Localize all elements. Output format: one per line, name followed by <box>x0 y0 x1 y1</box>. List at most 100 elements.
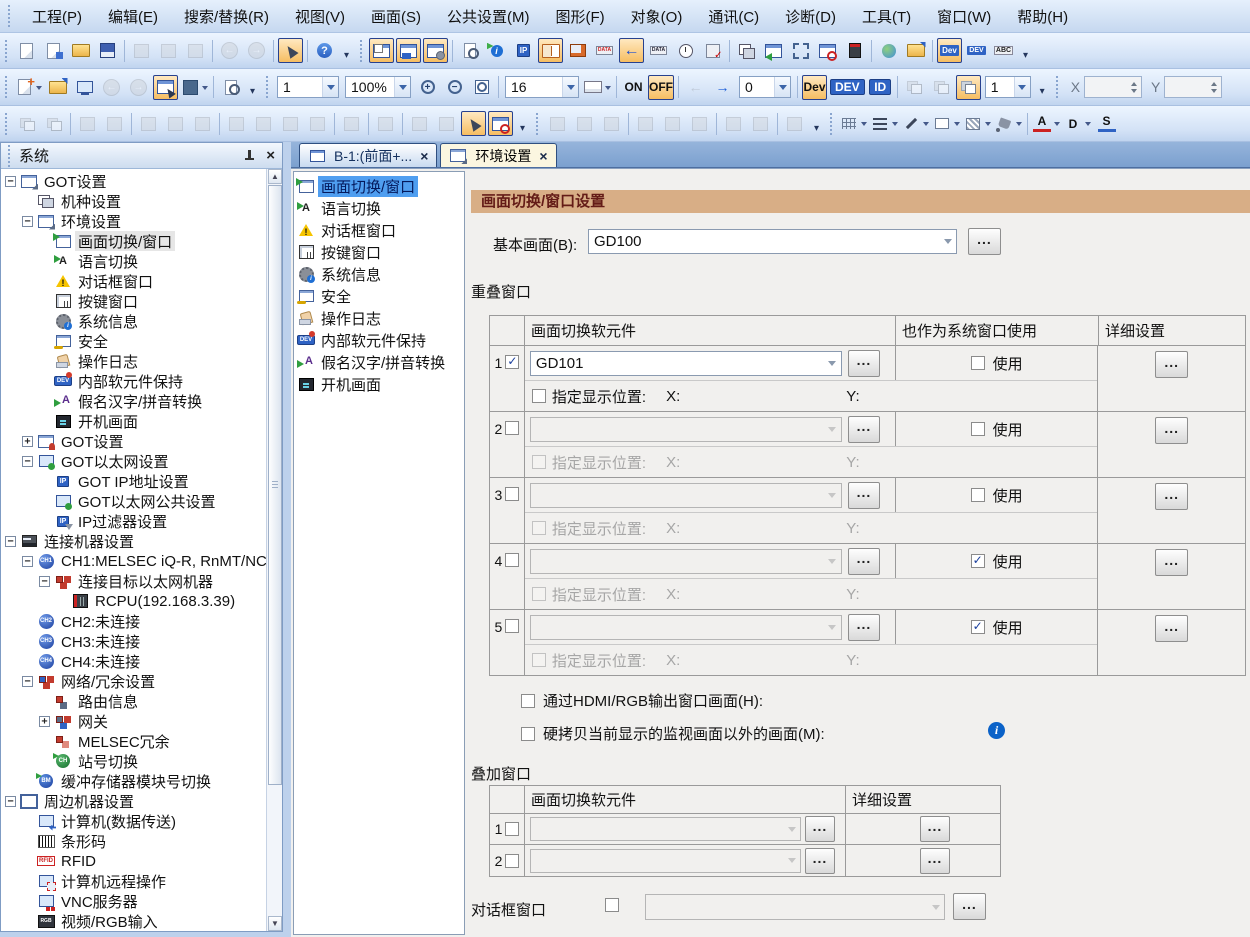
menu-item[interactable]: 通讯(C) <box>695 1 772 32</box>
switching-device-combo[interactable] <box>530 417 842 442</box>
menu-item[interactable]: 工具(T) <box>849 1 924 32</box>
paste-button[interactable] <box>183 38 208 63</box>
text-list-button[interactable] <box>991 38 1016 63</box>
tab-environment-settings[interactable]: 环境设置 × <box>440 143 556 167</box>
align-lengthways-button[interactable] <box>748 111 773 136</box>
paste-to-same-position-button[interactable] <box>190 111 215 136</box>
bring-to-front-button[interactable] <box>14 111 39 136</box>
display-position-checkbox[interactable] <box>532 587 546 601</box>
device-browse-button[interactable]: ... <box>805 816 835 842</box>
display-position-checkbox[interactable] <box>532 653 546 667</box>
zoom-fit-button[interactable] <box>469 75 494 100</box>
chevron-down-icon[interactable] <box>774 77 790 97</box>
window-enable-checkbox[interactable] <box>505 355 519 369</box>
tree-item[interactable]: RFID <box>1 851 266 871</box>
chevron-down-icon[interactable] <box>562 77 578 97</box>
template-area-button[interactable] <box>788 38 813 63</box>
tree-item[interactable]: 按键窗口 <box>1 291 266 311</box>
align-center-vertical-button[interactable] <box>660 111 685 136</box>
tree-item[interactable]: 视频/RGB输入 <box>1 911 266 931</box>
consecutive-copy-button[interactable] <box>136 111 161 136</box>
tree-item[interactable]: GOT以太网公共设置 <box>1 491 266 511</box>
tree-item[interactable]: GOT IP地址设置 <box>1 471 266 491</box>
help-button[interactable] <box>312 38 337 63</box>
tree-item[interactable]: IP过滤器设置 <box>1 511 266 531</box>
data-check-list-button[interactable] <box>646 38 671 63</box>
expand-toggle-icon[interactable]: − <box>22 456 33 467</box>
dialog-window-combo[interactable] <box>645 894 945 920</box>
chevron-down-icon[interactable] <box>939 230 956 253</box>
switching-device-combo[interactable] <box>530 615 842 640</box>
rotate-right-button[interactable] <box>251 111 276 136</box>
detail-setting-button[interactable]: ... <box>920 848 950 874</box>
display-position-checkbox[interactable] <box>532 455 546 469</box>
window-enable-checkbox[interactable] <box>505 553 519 567</box>
tree-item[interactable]: −连接目标以太网机器 <box>1 571 266 591</box>
tree-item[interactable]: −GOT以太网设置 <box>1 451 266 471</box>
tree-item[interactable]: VNC服务器 <box>1 891 266 911</box>
chevron-down-icon[interactable] <box>1014 77 1030 97</box>
paste-to-coordinate-button[interactable] <box>163 111 188 136</box>
tree-item[interactable]: −连接机器设置 <box>1 531 266 551</box>
layer-all-button[interactable] <box>956 75 981 100</box>
chevron-down-icon[interactable] <box>322 77 338 97</box>
tree-item[interactable]: 画面切换/窗口 <box>1 231 266 251</box>
tree-item[interactable]: 计算机(数据传送) <box>1 811 266 831</box>
screen-image-button[interactable] <box>72 75 97 100</box>
tree-scrollbar[interactable]: ▲ ▼ <box>266 169 282 931</box>
data-list-button[interactable] <box>592 38 617 63</box>
use-as-system-window-checkbox[interactable] <box>971 422 985 436</box>
spinner-y-position[interactable] <box>1164 76 1222 98</box>
new-project-wizard-button[interactable] <box>41 38 66 63</box>
combo-grid-combo[interactable]: 16 <box>505 76 579 98</box>
tree-item[interactable]: CH2:未连接 <box>1 611 266 631</box>
object-setting-button[interactable] <box>373 111 398 136</box>
tree-item[interactable]: 内部软元件保持 <box>1 371 266 391</box>
align-custom-button[interactable] <box>782 111 807 136</box>
align-right-button[interactable] <box>599 111 624 136</box>
menu-item[interactable]: 搜索/替换(R) <box>171 1 282 32</box>
scroll-up-icon[interactable]: ▲ <box>268 169 282 184</box>
data-verify-button[interactable] <box>700 38 725 63</box>
expand-toggle-icon[interactable]: + <box>39 716 50 727</box>
screen-property-button[interactable] <box>423 38 448 63</box>
expand-toggle-icon[interactable]: − <box>22 676 33 687</box>
document-search-button[interactable] <box>457 38 482 63</box>
tree-item[interactable]: 安全 <box>1 331 266 351</box>
nav-item[interactable]: 对话框窗口 <box>294 219 464 241</box>
line-style-button[interactable] <box>870 111 899 136</box>
scrollbar-thumb[interactable] <box>268 185 282 785</box>
expand-toggle-icon[interactable]: − <box>22 556 33 567</box>
project-import-button[interactable] <box>903 38 928 63</box>
send-to-back-button[interactable] <box>41 111 66 136</box>
window-enable-checkbox[interactable] <box>505 487 519 501</box>
device-list-button[interactable] <box>964 38 989 63</box>
align-bottom-button[interactable] <box>687 111 712 136</box>
switching-device-combo[interactable] <box>530 849 801 873</box>
tree-item[interactable]: MELSEC冗余 <box>1 731 266 751</box>
switching-device-combo[interactable] <box>530 549 842 574</box>
tree-item[interactable]: 开机画面 <box>1 411 266 431</box>
tree-item[interactable]: 条形码 <box>1 831 266 851</box>
save-project-button[interactable] <box>95 38 120 63</box>
screen-editor-button[interactable] <box>153 75 178 100</box>
tree-item[interactable]: 站号切换 <box>1 751 266 771</box>
toolbar-overflow-icon[interactable]: ▾ <box>810 111 823 137</box>
layer-back-button[interactable] <box>902 75 927 100</box>
shape-fill-color-button[interactable] <box>994 111 1023 136</box>
pin-icon[interactable] <box>244 149 256 163</box>
window-preview-button[interactable] <box>734 38 759 63</box>
toolbar-overflow-icon[interactable]: ▾ <box>1019 38 1032 64</box>
nav-item[interactable]: 按键窗口 <box>294 241 464 263</box>
new-project-button[interactable] <box>14 38 39 63</box>
flip-horizontal-button[interactable] <box>278 111 303 136</box>
tree-item[interactable]: CH3:未连接 <box>1 631 266 651</box>
align-left-button[interactable] <box>545 111 570 136</box>
expand-toggle-icon[interactable]: − <box>39 576 50 587</box>
expand-toggle-icon[interactable]: − <box>5 536 16 547</box>
nav-item[interactable]: 开机画面 <box>294 373 464 395</box>
menu-item[interactable]: 诊断(D) <box>772 1 849 32</box>
nav-item[interactable]: 操作日志 <box>294 307 464 329</box>
undo-button[interactable] <box>217 38 242 63</box>
select-mode-button[interactable] <box>461 111 486 136</box>
